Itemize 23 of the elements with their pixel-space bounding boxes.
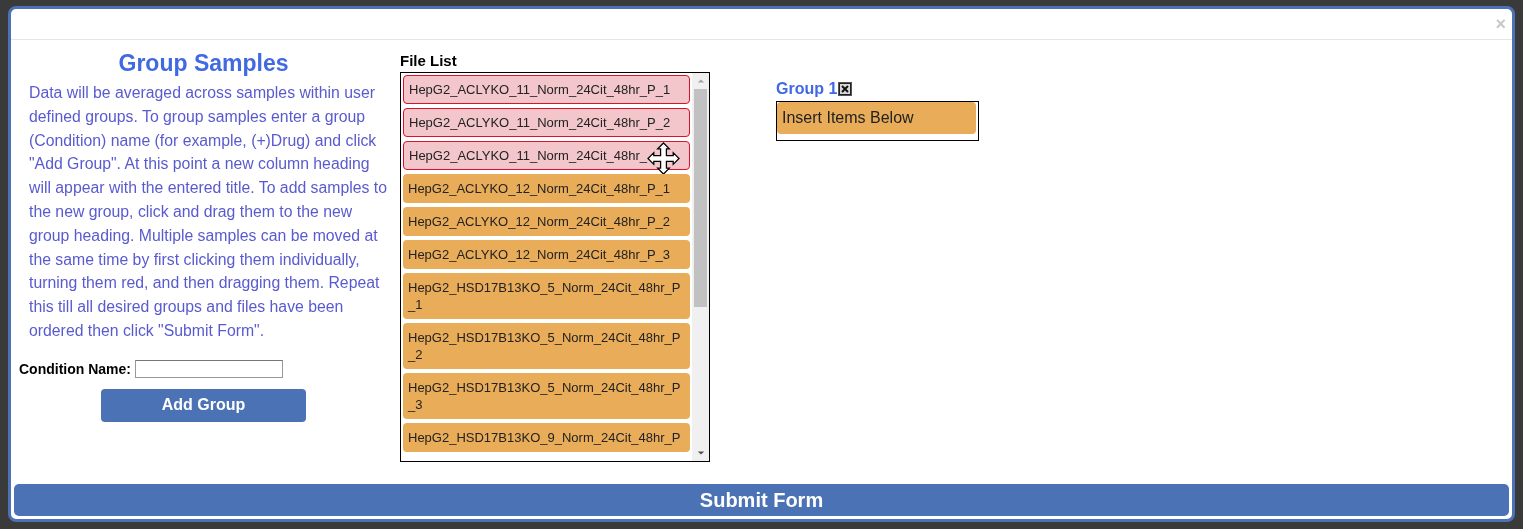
scroll-down-icon[interactable] [696, 450, 705, 456]
file-item[interactable]: HepG2_HSD17B13KO_9_Norm_24Cit_48hr_P [403, 423, 690, 452]
file-item[interactable]: HepG2_HSD17B13KO_5_Norm_24Cit_48hr_P_3 [403, 373, 690, 419]
file-item[interactable]: HepG2_ACLYKO_12_Norm_24Cit_48hr_P_3 [403, 240, 690, 269]
file-item[interactable]: HepG2_ACLYKO_11_Norm_24Cit_48hr_P_2 [403, 108, 690, 137]
scroll-up-icon[interactable] [696, 78, 705, 84]
file-item[interactable]: HepG2_ACLYKO_12_Norm_24Cit_48hr_P_1 [403, 174, 690, 203]
submit-form-button[interactable]: Submit Form [14, 484, 1509, 516]
field-label: Condition Name: [19, 360, 131, 377]
scrollbar[interactable] [692, 73, 709, 461]
file-item[interactable]: HepG2_ACLYKO_11_Norm_24Cit_48hr_P_1 [403, 75, 690, 104]
file-item[interactable]: HepG2_HSD17B13KO_5_Norm_24Cit_48hr_P_2 [403, 323, 690, 369]
add-group-button[interactable]: Add Group [101, 388, 306, 422]
condition-name-field[interactable] [135, 359, 283, 378]
file-item[interactable]: HepG2_HSD17B13KO_5_Norm_24Cit_48hr_P_1 [403, 273, 690, 319]
group-drop-area[interactable]: Insert Items Below [776, 101, 979, 141]
drop-placeholder: Insert Items Below [777, 102, 976, 134]
instructions-text: Data will be averaged across samples within user defined groups. To group samples enter a group (Condition) name (for example, (+)Drug) and click "Add Group". At this point a new column heading will appear with the entered title. To add samples to the new group, click and drag them to the new group heading. Multiple samples can be moved at the same time by first clicking them individually, turning them red, and then dragging them. Repeat this till all desired groups and files have been ordered then click "Submit Form". [28, 83, 388, 341]
file-list-title: File List [400, 52, 458, 69]
section-title: Group Samples [118, 50, 289, 77]
group-title: Group 1 [776, 80, 838, 98]
file-item[interactable]: HepG2_ACLYKO_12_Norm_24Cit_48hr_P_2 [403, 207, 690, 236]
remove-group-icon[interactable] [838, 82, 853, 96]
